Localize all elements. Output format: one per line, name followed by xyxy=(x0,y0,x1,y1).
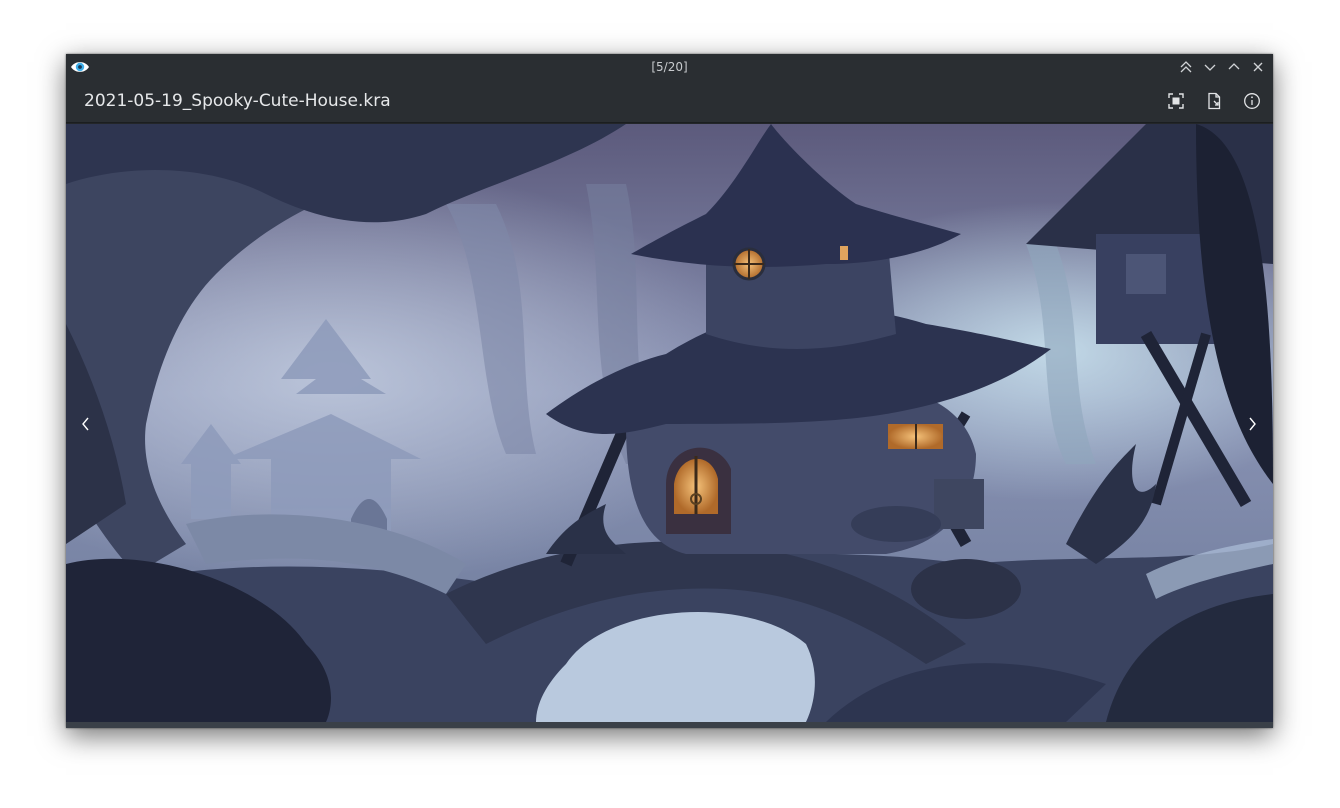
info-icon[interactable] xyxy=(1240,90,1264,112)
keep-above-icon[interactable] xyxy=(1176,57,1196,77)
image-viewer-window: [5/20] 2021-05-19_Spooky-Cute-House.kra xyxy=(66,54,1273,728)
chevron-right-icon[interactable] xyxy=(1240,410,1264,438)
close-icon[interactable] xyxy=(1248,57,1268,77)
file-name: 2021-05-19_Spooky-Cute-House.kra xyxy=(84,91,391,111)
open-file-icon[interactable] xyxy=(1202,90,1226,112)
bottom-edge xyxy=(66,722,1273,728)
minimize-icon[interactable] xyxy=(1200,57,1220,77)
image-canvas[interactable] xyxy=(66,124,1273,722)
spooky-house-painting xyxy=(66,124,1273,722)
fullscreen-icon[interactable] xyxy=(1164,90,1188,112)
image-counter: [5/20] xyxy=(651,60,688,74)
viewer-header: 2021-05-19_Spooky-Cute-House.kra xyxy=(66,80,1273,123)
maximize-icon[interactable] xyxy=(1224,57,1244,77)
chevron-left-icon[interactable] xyxy=(74,410,98,438)
titlebar[interactable]: [5/20] xyxy=(66,54,1273,80)
